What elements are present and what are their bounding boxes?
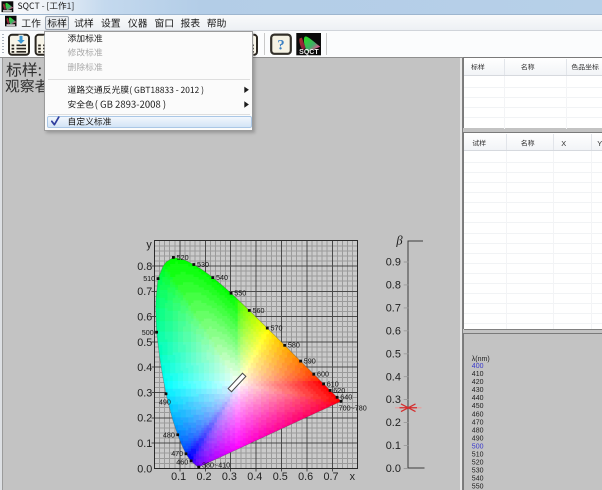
svg-text:0.2: 0.2 xyxy=(137,413,152,425)
svg-text:510: 510 xyxy=(472,451,484,458)
svg-text:500: 500 xyxy=(472,443,484,450)
svg-text:430: 430 xyxy=(472,387,484,394)
svg-text:490: 490 xyxy=(159,397,171,406)
svg-text:470: 470 xyxy=(472,419,484,426)
svg-text:560: 560 xyxy=(253,306,265,315)
svg-text:410: 410 xyxy=(472,371,484,378)
svg-text:0.6: 0.6 xyxy=(298,471,313,483)
svg-text:X: X xyxy=(561,139,566,148)
svg-text:590: 590 xyxy=(304,357,316,366)
svg-text:0.7: 0.7 xyxy=(323,471,338,483)
svg-text:0.3: 0.3 xyxy=(386,394,401,406)
svg-text:0.8: 0.8 xyxy=(137,261,152,273)
svg-text:640: 640 xyxy=(340,393,352,402)
svg-text:450: 450 xyxy=(472,403,484,410)
svg-text:λ(nm): λ(nm) xyxy=(472,356,490,363)
svg-text:440: 440 xyxy=(472,395,484,402)
svg-text:600: 600 xyxy=(317,370,329,379)
svg-text:0.0: 0.0 xyxy=(386,463,401,475)
svg-text:0.6: 0.6 xyxy=(137,312,152,324)
svg-text:540: 540 xyxy=(472,476,484,483)
svg-text:0.4: 0.4 xyxy=(247,471,262,483)
svg-text:Y: Y xyxy=(597,139,602,148)
svg-text:470: 470 xyxy=(171,449,183,458)
svg-text:540: 540 xyxy=(216,273,228,282)
svg-text:0.5: 0.5 xyxy=(273,471,288,483)
svg-text:0.7: 0.7 xyxy=(386,303,401,315)
svg-text:520: 520 xyxy=(177,253,189,262)
svg-text:y: y xyxy=(146,239,152,251)
svg-text:520: 520 xyxy=(472,460,484,467)
svg-text:490: 490 xyxy=(472,435,484,442)
svg-text:700~780: 700~780 xyxy=(339,404,367,413)
svg-text:0.0: 0.0 xyxy=(137,463,152,475)
svg-text:550: 550 xyxy=(234,289,246,298)
svg-text:0.8: 0.8 xyxy=(386,280,401,292)
svg-text:0.1: 0.1 xyxy=(386,440,401,452)
svg-text:530: 530 xyxy=(197,260,209,269)
svg-text:480: 480 xyxy=(163,430,175,439)
svg-text:400: 400 xyxy=(472,363,484,370)
svg-text:0.1: 0.1 xyxy=(137,438,152,450)
svg-text:510: 510 xyxy=(143,274,155,283)
svg-text:0.2: 0.2 xyxy=(196,471,211,483)
svg-text:0.9: 0.9 xyxy=(386,257,401,269)
svg-text:480: 480 xyxy=(472,427,484,434)
svg-text:570: 570 xyxy=(271,324,283,333)
svg-text:?: ? xyxy=(277,38,284,54)
svg-text:0.5: 0.5 xyxy=(386,348,401,360)
svg-text:420: 420 xyxy=(472,379,484,386)
svg-text:0.7: 0.7 xyxy=(137,286,152,298)
svg-text:x: x xyxy=(350,471,356,483)
svg-text:0.5: 0.5 xyxy=(137,337,152,349)
svg-text:580: 580 xyxy=(288,341,300,350)
svg-text:0.1: 0.1 xyxy=(171,471,186,483)
svg-text:β: β xyxy=(395,233,403,247)
svg-text:460: 460 xyxy=(176,458,188,467)
svg-text:SQCT: SQCT xyxy=(299,49,319,56)
svg-text:530: 530 xyxy=(472,468,484,475)
svg-text:550: 550 xyxy=(472,484,484,490)
svg-text:0.2: 0.2 xyxy=(386,417,401,429)
svg-text:0.4: 0.4 xyxy=(137,362,152,374)
svg-text:500: 500 xyxy=(142,328,154,337)
svg-text:0.3: 0.3 xyxy=(222,471,237,483)
svg-text:460: 460 xyxy=(472,411,484,418)
svg-text:380~410: 380~410 xyxy=(202,461,230,470)
svg-text:0.6: 0.6 xyxy=(386,325,401,337)
svg-text:0.3: 0.3 xyxy=(137,387,152,399)
svg-text:0.4: 0.4 xyxy=(386,371,401,383)
